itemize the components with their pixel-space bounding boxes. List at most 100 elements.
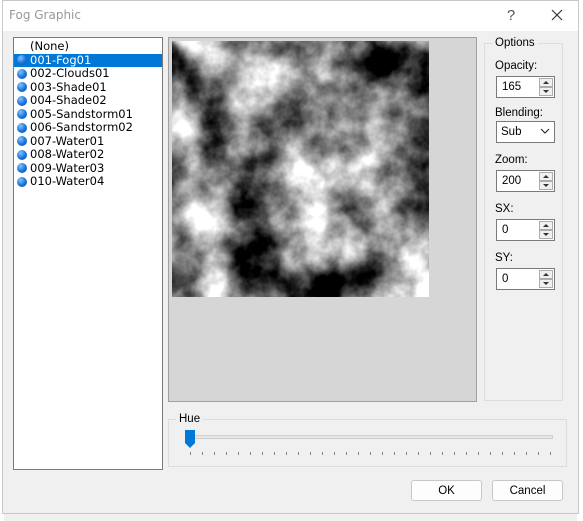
hue-slider-tick — [238, 452, 239, 455]
blue-orb-icon — [17, 82, 27, 92]
hue-slider-tick — [550, 452, 551, 455]
list-item[interactable]: 010-Water04 — [14, 174, 162, 189]
list-item-label: 001-Fog01 — [30, 52, 92, 67]
list-item-label: 003-Shade01 — [30, 79, 107, 94]
preview-pane — [168, 37, 477, 402]
fog-preview-image — [172, 41, 429, 297]
arrow-up-icon — [543, 81, 549, 84]
zoom-value[interactable]: 200 — [502, 175, 521, 187]
sx-down-arrow[interactable] — [539, 230, 553, 239]
sy-up-arrow[interactable] — [539, 270, 553, 279]
list-item[interactable]: 002-Clouds01 — [14, 66, 162, 81]
blending-value: Sub — [501, 126, 522, 138]
hue-slider-tick — [514, 452, 515, 455]
list-item[interactable]: 004-Shade02 — [14, 93, 162, 108]
arrow-down-icon — [543, 184, 549, 187]
hue-slider-tick — [298, 452, 299, 455]
list-item-label: (None) — [30, 39, 69, 53]
hue-slider-tick — [322, 452, 323, 455]
blue-orb-icon — [17, 109, 27, 119]
list-item[interactable]: 007-Water01 — [14, 133, 162, 149]
hue-slider-tick — [274, 452, 275, 455]
close-button[interactable] — [540, 3, 574, 27]
hue-slider-tick — [442, 452, 443, 455]
hue-slider-tick — [262, 452, 263, 455]
hue-slider-tick — [430, 452, 431, 455]
hue-slider-tick — [334, 452, 335, 455]
arrow-down-icon — [543, 233, 549, 236]
close-icon — [551, 9, 563, 21]
opacity-down-arrow[interactable] — [539, 87, 553, 96]
hue-slider-tick — [250, 452, 251, 455]
opacity-value[interactable]: 165 — [502, 81, 521, 93]
sx-value[interactable]: 0 — [502, 224, 508, 236]
sy-stepper[interactable]: 0 — [496, 268, 555, 290]
hue-slider-tick — [346, 452, 347, 455]
hue-slider-tick — [190, 452, 191, 455]
hue-slider-tick — [286, 452, 287, 455]
blue-orb-icon — [17, 149, 27, 160]
blue-orb-icon — [17, 136, 27, 146]
hue-label: Hue — [176, 413, 204, 425]
arrow-up-icon — [543, 273, 549, 276]
hue-slider-tick — [538, 452, 539, 455]
sx-stepper[interactable]: 0 — [496, 219, 555, 241]
list-item-label: 002-Clouds01 — [30, 66, 110, 80]
sy-down-arrow[interactable] — [539, 279, 553, 288]
zoom-stepper[interactable]: 200 — [496, 170, 555, 192]
hue-slider-tick — [226, 452, 227, 455]
hue-slider-tick — [418, 452, 419, 455]
hue-slider-tick — [394, 452, 395, 455]
hue-group — [168, 419, 567, 467]
list-item[interactable]: (None) — [14, 39, 162, 54]
opacity-up-arrow[interactable] — [539, 78, 553, 87]
options-group-label: Options — [492, 37, 538, 49]
hue-slider-tick — [502, 452, 503, 455]
opacity-label: Opacity: — [495, 60, 538, 72]
list-item-label: 010-Water04 — [30, 174, 105, 188]
sy-value[interactable]: 0 — [502, 273, 508, 285]
zoom-down-arrow[interactable] — [539, 181, 553, 190]
title-bar: Fog Graphic ? — [3, 1, 578, 31]
arrow-up-icon — [543, 224, 549, 227]
arrow-down-icon — [543, 282, 549, 285]
hue-slider-track[interactable] — [188, 435, 553, 439]
zoom-label: Zoom: — [495, 154, 528, 166]
opacity-stepper[interactable]: 165 — [496, 76, 555, 98]
hue-slider-tick — [406, 452, 407, 455]
chevron-down-icon — [540, 128, 550, 134]
blending-label: Blending: — [495, 107, 543, 119]
fog-graphic-list[interactable]: (None) 001-Fog01 002-Clouds01 003-Shade01 00… — [13, 37, 163, 470]
list-item[interactable]: 006-Sandstorm02 — [14, 120, 162, 135]
hue-slider-tick — [454, 452, 455, 455]
list-item[interactable]: 009-Water03 — [14, 160, 162, 176]
hue-slider-thumb[interactable] — [185, 430, 195, 448]
blue-orb-icon — [17, 122, 27, 133]
hue-slider-tick — [370, 452, 371, 455]
list-item[interactable]: 001-Fog01 — [14, 52, 162, 67]
help-button[interactable]: ? — [497, 3, 525, 27]
hue-slider-tick — [466, 452, 467, 455]
list-item[interactable]: 003-Shade01 — [14, 79, 162, 95]
list-item-label: 006-Sandstorm02 — [30, 120, 133, 134]
hue-slider-tick — [490, 452, 491, 455]
arrow-down-icon — [543, 90, 549, 93]
blue-orb-icon — [17, 95, 27, 106]
sy-label: SY: — [495, 252, 513, 264]
blue-orb-icon — [17, 176, 27, 187]
zoom-up-arrow[interactable] — [539, 172, 553, 181]
blending-select[interactable]: Sub — [496, 121, 555, 143]
list-item-label: 009-Water03 — [30, 160, 105, 175]
list-item[interactable]: 008-Water02 — [14, 147, 162, 162]
cancel-button[interactable]: Cancel — [492, 480, 563, 501]
window-title: Fog Graphic — [9, 8, 81, 22]
list-item-label: 007-Water01 — [30, 133, 105, 148]
hue-slider-tick — [358, 452, 359, 455]
arrow-up-icon — [543, 175, 549, 178]
hue-slider-tick — [214, 452, 215, 455]
ok-button[interactable]: OK — [411, 480, 482, 501]
blue-orb-icon — [17, 163, 27, 173]
list-item[interactable]: 005-Sandstorm01 — [14, 107, 162, 122]
hue-slider-tick — [478, 452, 479, 455]
sx-up-arrow[interactable] — [539, 221, 553, 230]
